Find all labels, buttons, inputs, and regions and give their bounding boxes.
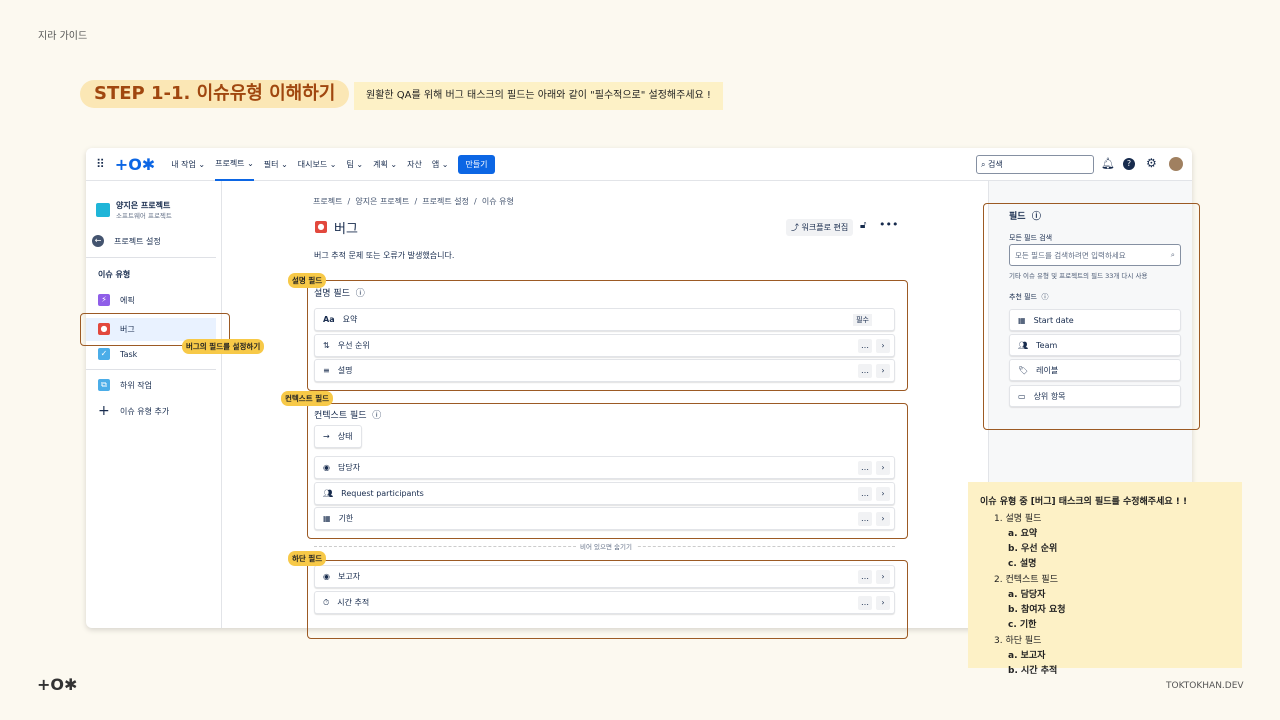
bottom-highlight-box <box>307 560 908 639</box>
crumb[interactable]: 양지은 프로젝트 <box>355 197 409 206</box>
guide-title: 지라 가이드 <box>38 31 88 42</box>
nav-assets[interactable]: 자산 <box>407 148 422 181</box>
subtask-icon: ⧉ <box>98 379 110 391</box>
step-title: STEP 1-1. 이슈유형 이해하기 <box>80 80 350 108</box>
section-title: 이슈 유형 <box>98 270 131 279</box>
epic-icon: ⚡︎ <box>98 294 110 306</box>
footer-logo: +O✱ <box>37 675 78 694</box>
app-switcher-icon[interactable]: ⠿ <box>96 148 105 181</box>
nav-dashboards[interactable]: 대시보드 ⌄ <box>298 148 337 181</box>
nav-projects[interactable]: 프로젝트 ⌄ <box>215 148 254 181</box>
note-item: b. 참여자 요청 <box>1008 605 1066 615</box>
task-icon: ✓ <box>98 348 110 360</box>
back-label: 프로젝트 설정 <box>114 236 161 246</box>
nav-apps[interactable]: 앱 ⌄ <box>432 148 449 181</box>
edit-workflow-button[interactable]: ⤴ 워크플로 편집 <box>786 219 854 236</box>
crumb[interactable]: 프로젝트 설정 <box>422 197 469 206</box>
page-description: 버그 추적 문제 또는 오류가 발생했습니다. <box>314 251 455 260</box>
item-label: Task <box>120 349 138 359</box>
bottom-tag: 하단 필드 <box>288 551 327 566</box>
item-label: 이슈 유형 추가 <box>120 406 170 416</box>
plus-icon: + <box>98 403 110 419</box>
crumb[interactable]: 이슈 유형 <box>482 197 514 206</box>
divider <box>86 369 216 370</box>
note-group: 3. 하단 필드 <box>994 636 1042 646</box>
sidebar: 양지은 프로젝트 소프트웨어 프로젝트 ← 프로젝트 설정 이슈 유형 ⚡︎ 에픽 … <box>86 181 222 628</box>
hint-banner: 원활한 QA를 위해 버그 태스크의 필드는 아래와 같이 "필수적으로" 설정… <box>354 82 723 110</box>
project-type: 소프트웨어 프로젝트 <box>116 212 172 220</box>
search-input[interactable]: ⌕ 검색 <box>976 155 1094 174</box>
panel-highlight-box <box>983 203 1200 430</box>
sidebar-item-epic[interactable]: ⚡︎ 에픽 <box>98 290 135 310</box>
sidebar-item-subtask[interactable]: ⧉ 하위 작업 <box>98 375 152 395</box>
note-group: 1. 설명 필드 <box>994 514 1042 524</box>
back-to-settings[interactable]: ← 프로젝트 설정 <box>92 231 161 251</box>
notification-icon[interactable]: 🔔︎ <box>1101 157 1115 170</box>
note-item: a. 요약 <box>1008 529 1038 539</box>
note-item: c. 설명 <box>1008 559 1037 569</box>
logo[interactable]: +O✱ <box>115 148 155 181</box>
footer-site: TOKTOKHAN.DEV <box>1166 681 1244 691</box>
note-item: b. 시간 추적 <box>1008 666 1058 676</box>
breadcrumb: 프로젝트 / 양지은 프로젝트 / 프로젝트 설정 / 이슈 유형 <box>313 197 514 206</box>
nav-teams[interactable]: 팀 ⌄ <box>346 148 363 181</box>
project-avatar-icon <box>96 203 110 217</box>
create-button[interactable]: 만들기 <box>458 154 495 174</box>
bug-tag: 버그의 필드를 설정하기 <box>182 339 265 354</box>
avatar[interactable] <box>1169 157 1183 171</box>
more-icon[interactable]: ••• <box>879 218 898 231</box>
hide-when-empty-label: 비어 있으면 숨기기 <box>576 541 636 551</box>
help-icon[interactable]: ? <box>1123 158 1135 170</box>
add-issue-type[interactable]: + 이슈 유형 추가 <box>98 401 169 421</box>
lock-icon[interactable]: 🔓︎ <box>860 220 866 231</box>
sidebar-item-task[interactable]: ✓ Task <box>98 344 137 364</box>
context-highlight-box <box>307 403 908 539</box>
note-title: 이슈 유형 중 [버그] 태스크의 필드를 수정해주세요 ! ! <box>980 497 1188 507</box>
back-arrow-icon: ← <box>92 235 104 247</box>
page-title: 버그 <box>334 222 358 237</box>
bug-icon: ● <box>315 221 327 233</box>
desc-highlight-box <box>307 280 908 391</box>
item-label: 하위 작업 <box>120 380 152 390</box>
crumb[interactable]: 프로젝트 <box>313 197 342 206</box>
nav-plans[interactable]: 계획 ⌄ <box>373 148 397 181</box>
instruction-note: 이슈 유형 중 [버그] 태스크의 필드를 수정해주세요 ! ! 1. 설명 필… <box>968 482 1242 676</box>
context-tag: 컨텍스트 필드 <box>281 391 334 406</box>
note-group: 2. 컨텍스트 필드 <box>994 575 1058 585</box>
desc-tag: 설명 필드 <box>288 273 327 288</box>
note-item: b. 우선 순위 <box>1008 544 1058 554</box>
note-item: a. 담당자 <box>1008 590 1046 600</box>
divider <box>86 257 216 258</box>
note-item: a. 보고자 <box>1008 651 1046 661</box>
note-item: c. 기한 <box>1008 620 1037 630</box>
nav-my-work[interactable]: 내 작업 ⌄ <box>171 148 205 181</box>
nav-filters[interactable]: 필터 ⌄ <box>264 148 288 181</box>
settings-icon[interactable]: ⚙ <box>1146 156 1157 170</box>
item-label: 에픽 <box>120 295 135 305</box>
